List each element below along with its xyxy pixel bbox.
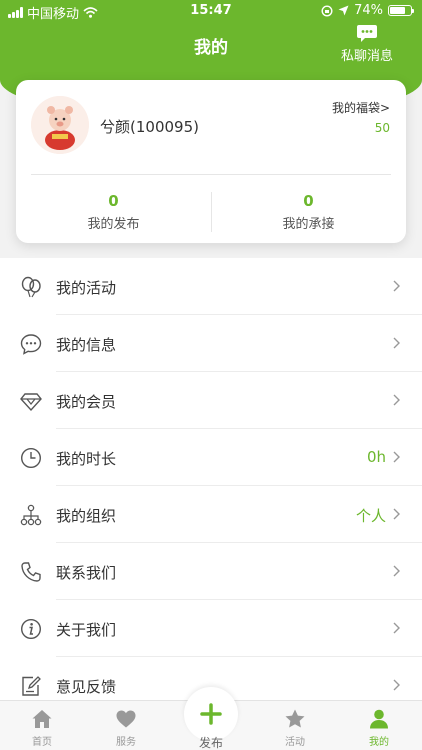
stat-my-posts[interactable]: 0 我的发布 (16, 192, 211, 232)
menu-item-label: 我的活动 (56, 279, 117, 297)
org-chart-icon (20, 504, 42, 526)
avatar-image (31, 96, 89, 154)
stat-my-undertakings[interactable]: 0 我的承接 (211, 192, 406, 232)
luckybag-link[interactable]: 我的福袋> 50 (332, 99, 390, 135)
menu-item-contact-us[interactable]: 联系我们 (0, 543, 422, 600)
tab-bar: 首页 服务 发布 活动 我的 (0, 687, 422, 750)
chevron-right-icon (393, 565, 400, 577)
battery-percent: 74% (354, 3, 383, 18)
clock-icon (20, 447, 42, 469)
menu-item-label: 联系我们 (56, 564, 117, 582)
home-icon (32, 710, 52, 728)
profile-card: 兮颜(100095) 我的福袋> 50 0 我的发布 0 我的承接 (16, 80, 406, 243)
stat-value: 0 (303, 192, 314, 210)
plus-icon (200, 703, 222, 725)
tab-label: 发布 (198, 736, 223, 750)
tab-label: 我的 (369, 737, 389, 748)
menu-item-info[interactable]: 我的信息 (0, 315, 422, 372)
tab-mine[interactable]: 我的 (349, 708, 409, 748)
menu-item-label: 我的会员 (56, 393, 117, 411)
stat-label: 我的承接 (282, 217, 335, 232)
rotation-lock-icon (321, 4, 333, 17)
feedback-icon (22, 676, 41, 696)
private-message-label: 私聊消息 (340, 49, 393, 64)
menu-item-membership[interactable]: 我的会员 (0, 372, 422, 429)
tab-label: 首页 (32, 737, 52, 748)
tab-activity[interactable]: 活动 (265, 708, 325, 748)
user-name: 兮颜(100095) (100, 118, 199, 136)
balloon-icon (21, 276, 41, 298)
menu-item-organization[interactable]: 我的组织 个人 (0, 486, 422, 543)
info-icon (20, 618, 42, 640)
chevron-right-icon (393, 394, 400, 406)
phone-icon (21, 562, 41, 582)
tab-home[interactable]: 首页 (12, 708, 72, 748)
message-bubble-icon (357, 25, 377, 42)
card-divider (31, 174, 391, 175)
diamond-icon (20, 393, 42, 412)
tab-service[interactable]: 服务 (96, 708, 156, 748)
battery-icon (388, 5, 414, 16)
person-icon (370, 709, 388, 729)
menu-item-value: 个人 (355, 507, 386, 525)
menu-item-value: 0h (366, 448, 386, 466)
heart-icon (116, 710, 136, 728)
tab-label: 服务 (116, 737, 136, 748)
menu-item-label: 我的时长 (56, 450, 117, 468)
menu-item-label: 我的信息 (56, 336, 117, 354)
menu-item-label: 我的组织 (56, 507, 117, 525)
stat-label: 我的发布 (87, 217, 140, 232)
menu-item-label: 关于我们 (56, 621, 117, 639)
avatar[interactable] (31, 96, 89, 154)
luckybag-count: 50 (374, 121, 390, 135)
menu-item-label: 意见反馈 (56, 678, 117, 696)
publish-button[interactable] (184, 687, 238, 741)
chevron-right-icon (393, 679, 400, 691)
chevron-right-icon (393, 622, 400, 634)
private-message-button[interactable]: 私聊消息 (336, 24, 398, 64)
star-icon (285, 709, 305, 728)
stat-value: 0 (108, 192, 119, 210)
chevron-right-icon (393, 337, 400, 349)
chevron-right-icon (393, 451, 400, 463)
menu-item-activities[interactable]: 我的活动 (0, 258, 422, 315)
chevron-right-icon (393, 280, 400, 292)
status-bar: 中国移动 15:47 74% (0, 0, 422, 22)
chat-bubble-icon (20, 334, 42, 355)
tab-label: 活动 (285, 737, 305, 748)
location-icon (338, 5, 349, 16)
chevron-right-icon (393, 508, 400, 520)
menu-item-about-us[interactable]: 关于我们 (0, 600, 422, 657)
menu-item-duration[interactable]: 我的时长 0h (0, 429, 422, 486)
menu-list: 我的活动 我的信息 我的会员 我的时长 0h 我的组织 个人 联系我们 关于我们 (0, 258, 422, 700)
luckybag-label: 我的福袋> (331, 101, 390, 115)
